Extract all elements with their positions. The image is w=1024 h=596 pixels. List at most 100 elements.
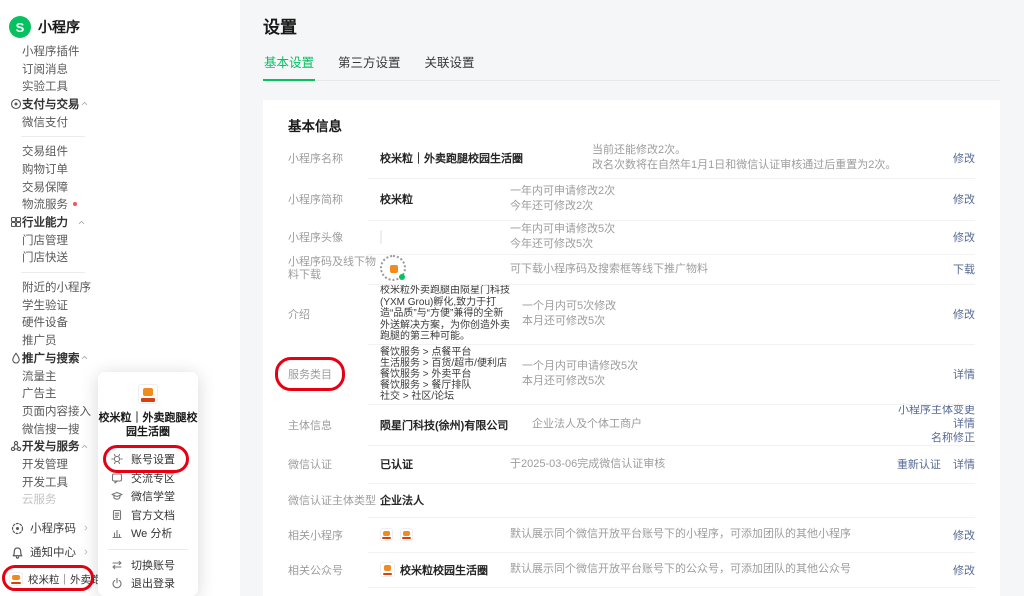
category-line: 社交 > 社区/论坛 [380, 391, 510, 402]
chevron-up-icon [80, 99, 103, 108]
modify-link[interactable]: 修改 [953, 562, 975, 578]
sidebar-item-label: 小程序码 [30, 520, 76, 536]
mini-program-code-image [380, 255, 406, 281]
sidebar-account-switcher[interactable]: 校米粒｜外卖跑... [0, 568, 100, 590]
row-actions: 详情 [953, 366, 975, 382]
sidebar-item-label: 页面内容接入 [0, 403, 91, 419]
tab-basic-settings[interactable]: 基本设置 [263, 52, 315, 81]
row-label: 主体信息 [288, 417, 380, 433]
chevron-up-icon [77, 218, 100, 227]
menu-item-account-settings[interactable]: 账号设置 [98, 450, 198, 469]
sidebar-footer: 小程序码 通知中心 校米粒｜外卖跑... [0, 516, 100, 590]
menu-item-logout[interactable]: 退出登录 [98, 574, 198, 593]
category-line: 餐饮服务 > 餐厅排队 [380, 380, 510, 391]
reverify-link[interactable]: 重新认证 [897, 456, 941, 472]
sidebar-item-mini-code[interactable]: 小程序码 [0, 516, 100, 540]
sidebar-item-store-mgmt[interactable]: 门店管理 [0, 231, 100, 249]
wechat-miniprogram-console: S 小程序 小程序插件 订阅消息 实验工具 支付与交易 微信支付 交易组件 购物… [0, 0, 1024, 596]
sidebar-item-page-content[interactable]: 页面内容接入 [0, 402, 100, 420]
row-intro: 介绍 校米粒外卖跑腿由陨星门科技(YXM Grou)孵化,致力于打造“品质”与“… [288, 284, 975, 344]
sidebar-item-dev-tools[interactable]: 开发工具 [0, 473, 100, 491]
row-label: 小程序码及线下物料下载 [288, 256, 380, 282]
modify-link[interactable]: 修改 [953, 306, 975, 322]
sidebar-item-label: 物流服务 [0, 196, 68, 212]
sidebar-item-promoter[interactable]: 推广员 [0, 331, 100, 349]
row-label: 小程序名称 [288, 150, 380, 166]
desc-line: 一年内可申请修改5次 [510, 222, 943, 237]
menu-item-we-analytics[interactable]: We 分析 [98, 524, 198, 543]
download-link[interactable]: 下载 [953, 261, 975, 277]
sidebar-group-payments[interactable]: 支付与交易 [0, 95, 100, 113]
sidebar-divider [0, 130, 100, 142]
menu-item-label: 微信学堂 [131, 488, 175, 504]
menu-item-wechat-academy[interactable]: 微信学堂 [98, 487, 198, 506]
sidebar-item-student-verify[interactable]: 学生验证 [0, 296, 100, 314]
sidebar-item-label: 开发管理 [0, 456, 68, 472]
menu-item-label: We 分析 [131, 525, 172, 541]
details-link[interactable]: 详情 [898, 418, 975, 431]
sidebar-item-notification-center[interactable]: 通知中心 [0, 540, 100, 564]
sidebar-group-label: 支付与交易 [22, 96, 80, 112]
sidebar-item-advertiser[interactable]: 广告主 [0, 384, 100, 402]
sidebar-item-cloud-service[interactable]: 云服务 [0, 491, 100, 509]
account-avatar [9, 572, 23, 586]
menu-item-switch-account[interactable]: 切换账号 [98, 556, 198, 575]
sidebar-item-subscribe-msg[interactable]: 订阅消息 [0, 60, 100, 78]
row-subject-info: 主体信息 陨星门科技(徐州)有限公司 企业法人及个体工商户 小程序主体变更 详情… [288, 404, 975, 445]
sidebar-item-wechat-pay[interactable]: 微信支付 [0, 113, 100, 131]
sidebar-item-label: 通知中心 [30, 544, 76, 560]
tab-third-party-settings[interactable]: 第三方设置 [337, 52, 402, 80]
sidebar-item-label: 微信支付 [0, 114, 68, 130]
tab-related-settings[interactable]: 关联设置 [424, 52, 476, 80]
sidebar-item-lab-tools[interactable]: 实验工具 [0, 77, 100, 95]
chat-icon [111, 472, 124, 484]
promotion-icon [0, 352, 22, 364]
sidebar-item-hardware[interactable]: 硬件设备 [0, 314, 100, 332]
sidebar-item-label: 学生验证 [0, 297, 68, 313]
menu-item-community[interactable]: 交流专区 [98, 469, 198, 488]
modify-link[interactable]: 修改 [953, 229, 975, 245]
related-mp-icon [380, 528, 393, 541]
desc-line: 改名次数将在自然年1月1日和微信认证审核通过后重置为2次。 [592, 158, 943, 173]
row-label: 服务类目 [288, 366, 380, 382]
sidebar-group-dev[interactable]: 开发与服务 [0, 437, 100, 455]
switch-account-icon [111, 559, 124, 571]
modify-link[interactable]: 修改 [953, 191, 975, 207]
menu-item-label: 切换账号 [131, 557, 175, 573]
sidebar-item-dev-mgmt[interactable]: 开发管理 [0, 455, 100, 473]
payments-icon [0, 98, 22, 110]
sidebar-item-logistics[interactable]: 物流服务 [0, 196, 100, 214]
row-actions: 小程序主体变更 详情 名称修正 [898, 404, 975, 445]
row-desc: 企业法人及个体工商户 [532, 417, 888, 432]
name-correction-link[interactable]: 名称修正 [898, 432, 975, 445]
sidebar-item-trade-component[interactable]: 交易组件 [0, 142, 100, 160]
desc-line: 默认展示同个微信开放平台账号下的公众号，可添加团队的其他公众号 [510, 562, 943, 577]
mp-avatar-image [380, 230, 382, 244]
sidebar-item-plugins[interactable]: 小程序插件 [0, 42, 100, 60]
details-link[interactable]: 详情 [953, 366, 975, 382]
sidebar-group-industry[interactable]: 行业能力 [0, 213, 100, 231]
modify-link[interactable]: 修改 [953, 150, 975, 166]
row-mp-avatar: 小程序头像 一年内可申请修改5次 今年还可修改5次 修改 [288, 220, 975, 254]
sidebar-item-shopping-orders[interactable]: 购物订单 [0, 160, 100, 178]
sidebar-item-nearby[interactable]: 附近的小程序 [0, 278, 100, 296]
row-mp-code-download: 小程序码及线下物料下载 可下载小程序码及搜索框等线下推广物料 下载 [288, 254, 975, 284]
sidebar-item-trade-guarantee[interactable]: 交易保障 [0, 178, 100, 196]
desc-line: 本月还可修改5次 [522, 314, 943, 329]
modify-link[interactable]: 修改 [953, 527, 975, 543]
popup-divider [108, 549, 188, 550]
sidebar-item-store-delivery[interactable]: 门店快送 [0, 249, 100, 267]
sidebar-group-promotion[interactable]: 推广与搜索 [0, 349, 100, 367]
details-link[interactable]: 详情 [953, 456, 975, 472]
sidebar-item-wechat-search[interactable]: 微信搜一搜 [0, 420, 100, 438]
sidebar-divider [0, 266, 100, 278]
service-category-label-annotated: 服务类目 [288, 366, 332, 382]
sidebar-item-traffic-owner[interactable]: 流量主 [0, 367, 100, 385]
sidebar-nav: 小程序插件 订阅消息 实验工具 支付与交易 微信支付 交易组件 购物订单 交易保… [0, 42, 100, 508]
menu-item-official-docs[interactable]: 官方文档 [98, 506, 198, 525]
subject-change-link[interactable]: 小程序主体变更 [898, 404, 975, 417]
sidebar-item-label: 广告主 [0, 385, 57, 401]
related-mp-icon [400, 528, 413, 541]
row-actions: 修改 [953, 562, 975, 578]
row-label: 小程序头像 [288, 229, 380, 245]
